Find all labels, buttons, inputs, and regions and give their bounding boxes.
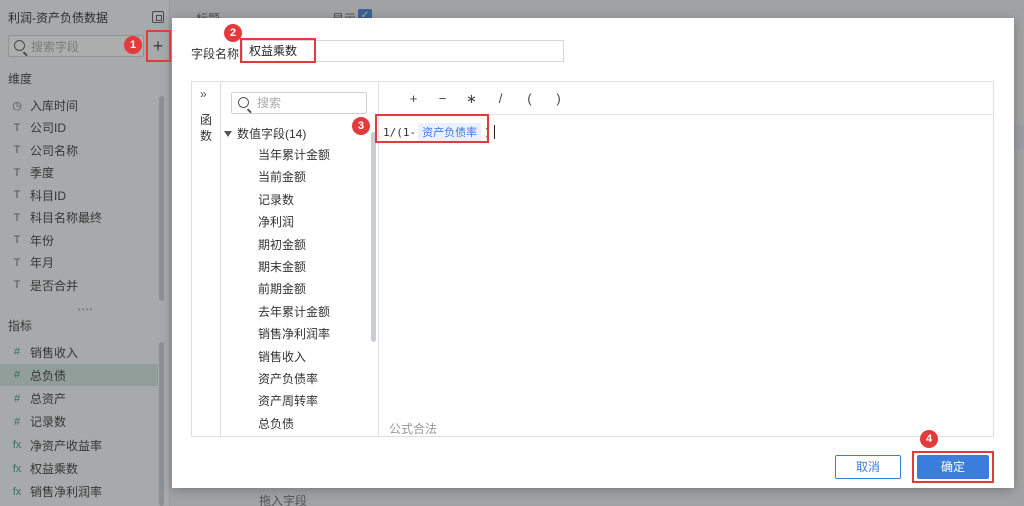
numeric-field-item[interactable]: 去年累计金额 — [258, 303, 330, 320]
operator-toolbar: + − ∗ /() — [399, 91, 573, 107]
numeric-field-item[interactable]: 期末金额 — [258, 258, 306, 275]
annotation-badge-1: 1 — [124, 36, 142, 54]
operator-button[interactable]: ) — [544, 91, 573, 107]
numeric-field-item[interactable]: 记录数 — [258, 191, 294, 208]
numeric-field-item[interactable]: 当前金额 — [258, 168, 306, 185]
operator-button[interactable]: ( — [515, 91, 544, 107]
numeric-field-item[interactable]: 期初金额 — [258, 236, 306, 253]
formula-field-search-input[interactable]: 搜索 — [231, 92, 367, 114]
operator-button[interactable]: − — [428, 91, 457, 107]
function-tab-label: 函数 — [199, 113, 212, 143]
numeric-field-item[interactable]: 资产周转率 — [258, 392, 318, 409]
numeric-field-item[interactable]: 前期金额 — [258, 280, 306, 297]
annotation-box-2 — [240, 38, 316, 63]
operator-button[interactable]: + — [399, 91, 428, 107]
formula-status: 公式合法 — [389, 422, 438, 436]
annotation-box-1 — [146, 30, 171, 62]
formula-field-search-placeholder: 搜索 — [257, 96, 282, 110]
annotation-box-3 — [375, 114, 489, 143]
numeric-field-item[interactable]: 销售收入 — [258, 348, 306, 365]
formula-field-list-panel: 搜索 数值字段(14) 当年累计金额 当前金额记录数净利润期初金额期末金额前期金额… — [221, 82, 379, 436]
numeric-field-item[interactable]: 资产负债率 — [258, 370, 318, 387]
cancel-button[interactable]: 取消 — [835, 455, 901, 479]
text-caret — [493, 125, 495, 139]
collapse-triangle-icon — [224, 130, 232, 137]
expand-chevron-icon[interactable]: » — [200, 87, 207, 101]
annotation-badge-4: 4 — [920, 430, 938, 448]
function-tab[interactable]: » 函数 — [192, 82, 221, 436]
numeric-field-item[interactable]: 总负债 — [258, 415, 294, 432]
annotation-badge-3: 3 — [352, 117, 370, 135]
numeric-field-item[interactable]: 当年累计金额 — [258, 146, 330, 163]
calculated-field-dialog: 字段名称 权益乘数 » 函数 搜索 数值字段(14) 当年累计金额 当前金额 记录数… — [172, 18, 1014, 488]
operator-button[interactable]: / — [486, 91, 515, 107]
formula-editor: » 函数 搜索 数值字段(14) 当年累计金额 当前金额记录数净利润期初金额期末金… — [191, 81, 994, 437]
numeric-field-item[interactable]: 销售净利润率 — [258, 325, 330, 342]
numeric-field-group[interactable]: 数值字段(14) — [224, 125, 306, 142]
operator-button[interactable]: ∗ — [457, 91, 486, 107]
numeric-field-item[interactable]: 净利润 — [258, 213, 294, 230]
annotation-box-4 — [912, 451, 994, 483]
annotation-badge-2: 2 — [224, 24, 242, 42]
search-icon — [238, 97, 249, 108]
field-list-scrollbar[interactable] — [371, 132, 376, 342]
field-name-label: 字段名称 — [191, 47, 240, 61]
numeric-field-group-label: 数值字段(14) — [237, 127, 307, 141]
